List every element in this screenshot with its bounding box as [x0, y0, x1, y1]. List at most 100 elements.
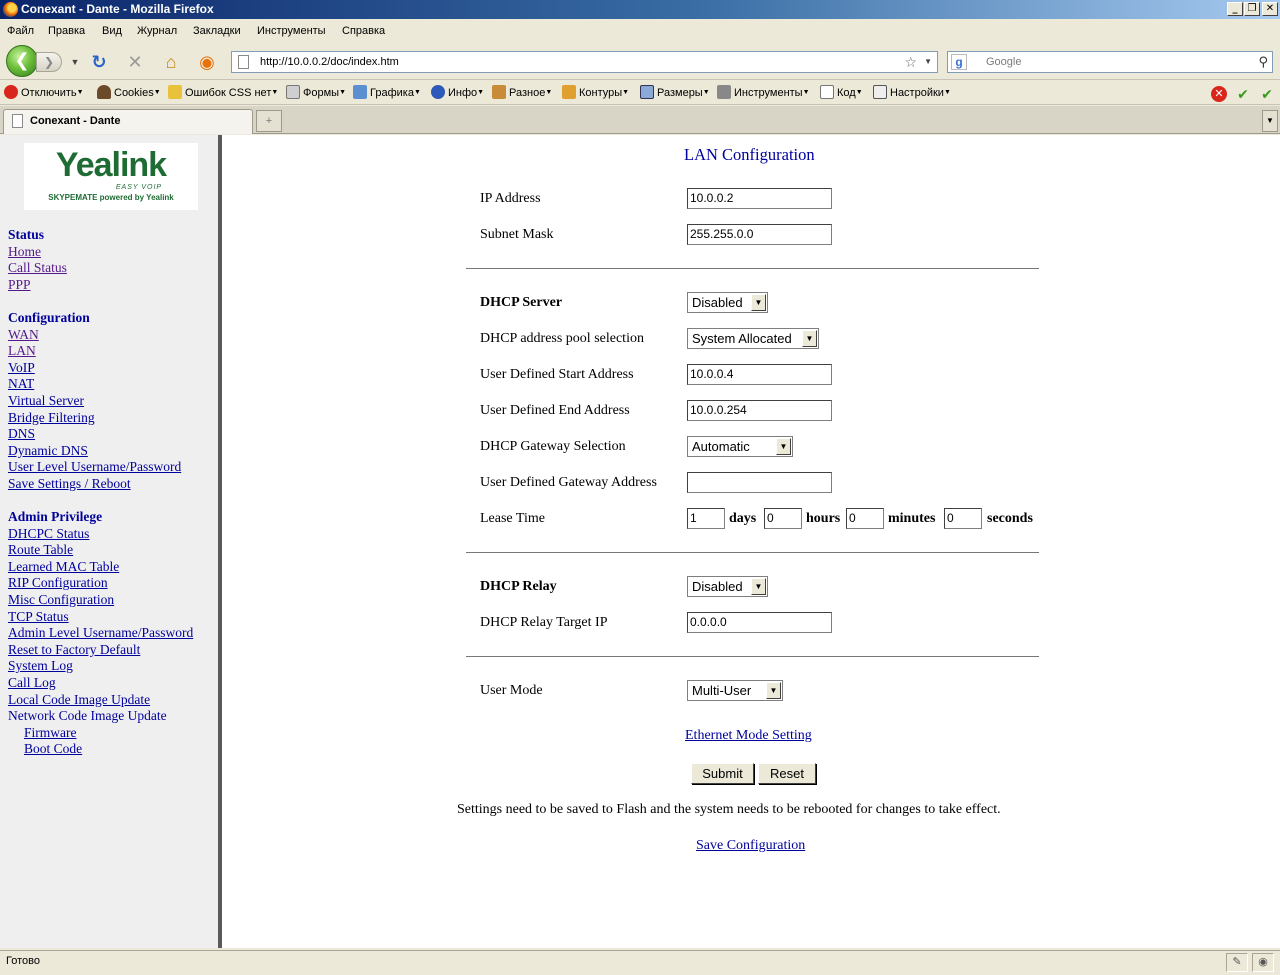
chevron-down-icon: ▼: [766, 682, 781, 699]
menu-file[interactable]: Файл: [7, 20, 34, 42]
sidebar-frame: Yealink EASY VOIP SKYPEMATE powered by Y…: [0, 135, 222, 948]
js-valid-check-icon[interactable]: ✔: [1259, 86, 1275, 102]
ip-address-input[interactable]: 10.0.0.2: [687, 188, 832, 209]
forms-menu[interactable]: Формы▼: [286, 81, 346, 105]
dhcp-relay-select[interactable]: Disabled ▼: [687, 576, 768, 597]
nav-link-lan[interactable]: LAN: [8, 343, 181, 360]
nav-link-admin-password[interactable]: Admin Level Username/Password: [8, 625, 193, 642]
nav-link-nat[interactable]: NAT: [8, 376, 181, 393]
nav-link-tcp-status[interactable]: TCP Status: [8, 609, 193, 626]
css-valid-check-icon[interactable]: ✔: [1235, 86, 1251, 102]
info-icon: [431, 85, 445, 99]
lease-minutes-input[interactable]: 0: [846, 508, 884, 529]
user-mode-select[interactable]: Multi-User ▼: [687, 680, 783, 701]
menu-edit[interactable]: Правка: [48, 20, 85, 42]
nav-link-call-log[interactable]: Call Log: [8, 675, 193, 692]
menu-history[interactable]: Журнал: [137, 20, 177, 42]
ethernet-mode-link[interactable]: Ethernet Mode Setting: [685, 728, 812, 744]
nav-link-bridge-filtering[interactable]: Bridge Filtering: [8, 410, 181, 427]
start-address-input[interactable]: 10.0.0.4: [687, 364, 832, 385]
nav-link-misc-config[interactable]: Misc Configuration: [8, 592, 193, 609]
maximize-button[interactable]: ❐: [1244, 2, 1260, 16]
search-bar[interactable]: g Google ⚲: [947, 51, 1273, 73]
bookmark-star-icon[interactable]: ☆: [904, 52, 917, 72]
end-address-input[interactable]: 10.0.0.254: [687, 400, 832, 421]
lease-seconds-input[interactable]: 0: [944, 508, 982, 529]
nav-link-mac-table[interactable]: Learned MAC Table: [8, 559, 193, 576]
nav-link-dhcpc-status[interactable]: DHCPC Status: [8, 526, 193, 543]
tools-menu[interactable]: Инструменты▼: [717, 81, 810, 105]
nav-link-virtual-server[interactable]: Virtual Server: [8, 393, 181, 410]
reboot-note: Settings need to be saved to Flash and t…: [457, 802, 1001, 817]
nav-link-home[interactable]: Home: [8, 244, 67, 261]
url-text: http://10.0.0.2/doc/index.htm: [260, 56, 399, 68]
subnet-mask-input[interactable]: 255.255.0.0: [687, 224, 832, 245]
nav-link-system-log[interactable]: System Log: [8, 658, 193, 675]
error-icon[interactable]: ✕: [1211, 86, 1227, 102]
new-tab-button[interactable]: +: [256, 110, 282, 132]
nav-link-rip-config[interactable]: RIP Configuration: [8, 575, 193, 592]
nav-link-firmware[interactable]: Firmware: [8, 725, 193, 742]
disable-menu[interactable]: Отключить▼: [4, 81, 84, 105]
reset-button[interactable]: Reset: [758, 763, 816, 784]
status-text: Готово: [6, 955, 40, 967]
submit-button[interactable]: Submit: [691, 763, 754, 784]
tab-list-button[interactable]: ▼: [1262, 110, 1278, 132]
images-menu[interactable]: Графика▼: [353, 81, 421, 105]
history-dropdown-icon[interactable]: ▼: [64, 51, 86, 73]
addon-status-icon[interactable]: ✎: [1226, 953, 1248, 972]
nav-link-dns[interactable]: DNS: [8, 426, 181, 443]
window-title-bar: Conexant - Dante - Mozilla Firefox _ ❐ ✕: [0, 0, 1280, 19]
css-menu[interactable]: Ошибок CSS нет▼: [168, 81, 278, 105]
save-configuration-link[interactable]: Save Configuration: [696, 838, 805, 854]
search-icon[interactable]: ⚲: [1258, 52, 1268, 72]
menu-tools[interactable]: Инструменты: [257, 20, 326, 42]
url-dropdown-icon[interactable]: ▼: [924, 52, 932, 72]
home-icon[interactable]: ⌂: [160, 51, 182, 73]
minimize-button[interactable]: _: [1227, 2, 1243, 16]
nav-link-ppp[interactable]: PPP: [8, 277, 67, 294]
nav-label-network-update: Network Code Image Update: [8, 708, 167, 724]
menu-help[interactable]: Справка: [342, 20, 385, 42]
misc-menu[interactable]: Разное▼: [492, 81, 552, 105]
resize-menu[interactable]: Размеры▼: [640, 81, 710, 105]
reload-icon[interactable]: ↻: [88, 51, 110, 73]
info-menu[interactable]: Инфо▼: [431, 81, 484, 105]
close-window-button[interactable]: ✕: [1262, 2, 1278, 16]
dhcp-server-select[interactable]: Disabled ▼: [687, 292, 768, 313]
nav-link-save-reboot[interactable]: Save Settings / Reboot: [8, 476, 181, 493]
divider: [466, 268, 1039, 269]
user-mode-value: Multi-User: [692, 683, 752, 698]
gateway-selection-select[interactable]: Automatic ▼: [687, 436, 793, 457]
nav-link-dynamic-dns[interactable]: Dynamic DNS: [8, 443, 181, 460]
stop-icon[interactable]: ✕: [124, 51, 146, 73]
gateway-address-input[interactable]: [687, 472, 832, 493]
cookies-menu[interactable]: Cookies▼: [97, 81, 161, 105]
tab-conexant-dante[interactable]: Conexant - Dante: [3, 109, 253, 134]
minutes-unit-label: minutes: [888, 511, 936, 526]
lease-days-input[interactable]: 1: [687, 508, 725, 529]
menu-bookmarks[interactable]: Закладки: [193, 20, 241, 42]
pool-selection-select[interactable]: System Allocated ▼: [687, 328, 819, 349]
source-menu[interactable]: Код▼: [820, 81, 863, 105]
nav-link-user-password[interactable]: User Level Username/Password: [8, 459, 181, 476]
chevron-down-icon: ▼: [802, 330, 817, 347]
rss-status-icon[interactable]: ◉: [1252, 953, 1274, 972]
nav-link-factory-reset[interactable]: Reset to Factory Default: [8, 642, 193, 659]
relay-target-input[interactable]: 0.0.0.0: [687, 612, 832, 633]
menu-view[interactable]: Вид: [102, 20, 122, 42]
nav-link-voip[interactable]: VoIP: [8, 360, 181, 377]
nav-link-route-table[interactable]: Route Table: [8, 542, 193, 559]
options-menu[interactable]: Настройки▼: [873, 81, 951, 105]
nav-link-call-status[interactable]: Call Status: [8, 260, 67, 277]
back-arrow-icon[interactable]: ❮: [6, 45, 38, 77]
nav-link-wan[interactable]: WAN: [8, 327, 181, 344]
lease-hours-input[interactable]: 0: [764, 508, 802, 529]
google-search-engine-icon[interactable]: g: [951, 54, 967, 70]
nav-link-boot-code[interactable]: Boot Code: [8, 741, 193, 758]
outline-menu[interactable]: Контуры▼: [562, 81, 629, 105]
forward-arrow-icon[interactable]: ❯: [36, 52, 62, 72]
nav-link-local-image-update[interactable]: Local Code Image Update: [8, 692, 193, 709]
url-bar[interactable]: http://10.0.0.2/doc/index.htm ☆ ▼: [231, 51, 938, 73]
rss-feed-icon[interactable]: ◉: [196, 51, 218, 73]
